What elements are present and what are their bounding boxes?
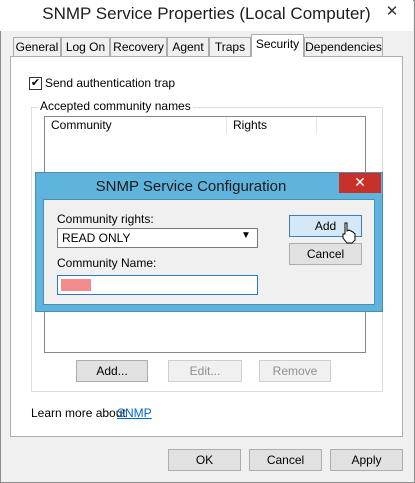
dialog-cancel-button[interactable]: Cancel: [289, 243, 362, 265]
rights-label: Community rights:: [57, 212, 154, 226]
dialog-close-icon[interactable]: ✕: [339, 173, 381, 193]
remove-community-button[interactable]: Remove: [259, 360, 331, 382]
tab-security[interactable]: Security: [251, 34, 304, 57]
column-header-community[interactable]: Community: [45, 117, 227, 134]
tab-traps[interactable]: Traps: [209, 37, 251, 56]
send-auth-trap-label: Send authentication trap: [45, 76, 176, 90]
name-label: Community Name:: [57, 256, 157, 270]
tab-log-on[interactable]: Log On: [61, 37, 110, 56]
tab-recovery[interactable]: Recovery: [110, 37, 167, 56]
close-icon[interactable]: ✕: [376, 1, 408, 25]
add-community-button[interactable]: Add...: [76, 360, 148, 382]
ok-button[interactable]: OK: [168, 449, 241, 471]
tab-agent[interactable]: Agent: [167, 37, 209, 56]
window-title: SNMP Service Properties (Local Computer): [42, 4, 371, 23]
chevron-down-icon[interactable]: ▼: [241, 230, 251, 241]
tab-general[interactable]: General: [13, 37, 61, 56]
learn-more-text: Learn more about: [31, 406, 126, 420]
redacted-name-selection: [61, 279, 91, 291]
edit-community-button[interactable]: Edit...: [168, 360, 242, 382]
dialog-title: SNMP Service Configuration: [95, 178, 287, 195]
community-rights-select[interactable]: READ ONLY: [57, 228, 258, 248]
group-label: Accepted community names: [38, 99, 193, 113]
send-auth-trap-checkbox[interactable]: ✔: [29, 77, 42, 90]
cancel-button[interactable]: Cancel: [249, 449, 322, 471]
mouse-cursor-icon: [342, 222, 356, 244]
tab-dependencies[interactable]: Dependencies: [304, 37, 383, 56]
column-header-rights[interactable]: Rights: [227, 117, 317, 134]
snmp-link[interactable]: SNMP: [117, 406, 152, 420]
apply-button[interactable]: Apply: [330, 449, 403, 471]
